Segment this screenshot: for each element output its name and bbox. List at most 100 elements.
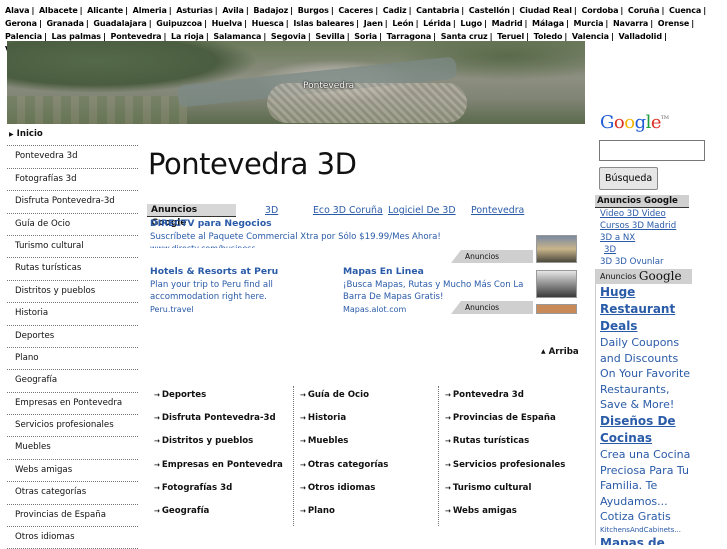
ad-url[interactable]: www.directv.com/business <box>150 243 530 248</box>
nav-item-turismo-cultural[interactable]: Turismo cultural <box>7 236 138 259</box>
footer-link[interactable]: → Distritos y pueblos <box>154 436 253 446</box>
ad-title[interactable]: Mapas de <box>600 535 692 546</box>
province-link[interactable]: Castellón <box>469 6 510 15</box>
ad-title[interactable]: Huge Restaurant Deals <box>600 284 692 335</box>
nav-item-disfruta-pontevedra-3d[interactable]: Disfruta Pontevedra-3d <box>7 191 138 214</box>
province-link[interactable]: Málaga <box>532 19 564 28</box>
province-link[interactable]: Guadalajara <box>93 19 146 28</box>
province-link[interactable]: Valencia <box>572 32 609 41</box>
nav-item-plano[interactable]: Plano <box>7 348 138 371</box>
nav-item-deportes[interactable]: Deportes <box>7 326 138 348</box>
nav-item-pontevedra-3d[interactable]: Pontevedra 3d <box>7 146 138 169</box>
ad-link[interactable]: 3D a NX <box>595 232 689 244</box>
footer-link[interactable]: → Muebles <box>300 436 348 446</box>
province-link[interactable]: Palencia <box>5 32 42 41</box>
footer-link[interactable]: → Fotografías 3d <box>154 483 232 493</box>
ad-thumbnail-image[interactable] <box>536 270 577 298</box>
province-link[interactable]: Caceres <box>338 6 373 15</box>
ad-link[interactable]: 3D 3D Ovunlar <box>595 256 689 264</box>
nav-item-inicio[interactable]: ▶ Inicio <box>7 124 138 147</box>
province-link[interactable]: Badajoz <box>253 6 288 15</box>
ad-title[interactable]: Mapas En Linea <box>343 266 529 279</box>
nav-item-muebles[interactable]: Muebles <box>7 437 138 460</box>
right-ad-restaurant-deals[interactable]: Huge Restaurant Deals Daily Coupons and … <box>596 284 692 413</box>
footer-link[interactable]: → Plano <box>300 506 335 516</box>
nav-item-webs-amigas[interactable]: Webs amigas <box>7 460 138 483</box>
province-link[interactable]: Cordoba <box>581 6 618 15</box>
footer-link[interactable]: → Otros idiomas <box>300 483 375 493</box>
province-link[interactable]: Alicante <box>87 6 123 15</box>
nav-item-empresas-en-pontevedra[interactable]: Empresas en Pontevedra <box>7 393 138 416</box>
footer-link[interactable]: → Turismo cultural <box>445 483 531 493</box>
ad-title[interactable]: Diseños De Cocinas <box>600 413 692 447</box>
right-ad-disenos-cocinas[interactable]: Diseños De Cocinas Crea una Cocina Preci… <box>596 413 692 535</box>
ad-description[interactable]: Crea una Cocina Preciosa Para Tu Familia… <box>600 447 692 525</box>
ad-title[interactable]: Hotels & Resorts at Peru <box>150 266 335 279</box>
province-link[interactable]: Avila <box>222 6 244 15</box>
province-link[interactable]: Tarragona <box>387 32 432 41</box>
ad-description[interactable]: Daily Coupons and Discounts On Your Favo… <box>600 335 692 413</box>
province-link[interactable]: Guipuzcoa <box>156 19 202 28</box>
province-link[interactable]: Cantabria <box>416 6 459 15</box>
ad-thumbnail-image[interactable] <box>536 304 577 314</box>
ad-description[interactable]: Plan your trip to Peru find all accommod… <box>150 279 335 304</box>
search-button[interactable]: Búsqueda <box>599 167 659 190</box>
province-link[interactable]: Gerona <box>5 19 37 28</box>
ad-hotels-peru[interactable]: Hotels & Resorts at Peru Plan your trip … <box>150 266 335 314</box>
nav-item-otras-categorias[interactable]: Otras categorías <box>7 482 138 505</box>
province-link[interactable]: Orense <box>658 19 690 28</box>
province-link[interactable]: Granada <box>46 19 84 28</box>
nav-item-historia[interactable]: Historia <box>7 303 138 326</box>
province-link[interactable]: Huesca <box>252 19 284 28</box>
province-link[interactable]: Salamanca <box>213 32 261 41</box>
province-link[interactable]: Navarra <box>613 19 648 28</box>
footer-link[interactable]: → Servicios profesionales <box>445 460 565 470</box>
footer-link[interactable]: → Empresas en Pontevedra <box>154 460 283 470</box>
province-link[interactable]: Lérida <box>423 19 451 28</box>
province-link[interactable]: Cuenca <box>669 6 701 15</box>
province-link[interactable]: Lugo <box>460 19 482 28</box>
province-link[interactable]: Toledo <box>534 32 563 41</box>
province-link[interactable]: Sevilla <box>315 32 344 41</box>
nav-item-provincias-de-espana[interactable]: Provincias de España <box>7 505 138 528</box>
ad-link[interactable]: Cursos 3D Madrid <box>595 220 689 232</box>
ad-description[interactable]: Suscríbete al Paquete Commercial Xtra po… <box>150 231 530 244</box>
ad-directv[interactable]: DIRECTV para Negocios Suscríbete al Paqu… <box>150 218 530 248</box>
province-link[interactable]: Soria <box>354 32 377 41</box>
back-to-top-link[interactable]: ▲ Arriba <box>541 347 579 357</box>
province-link[interactable]: Cadiz <box>383 6 407 15</box>
province-link[interactable]: Teruel <box>497 32 524 41</box>
footer-link[interactable]: → Disfruta Pontevedra-3d <box>154 413 276 423</box>
province-link[interactable]: Huelva <box>212 19 243 28</box>
ad-link-pontevedra[interactable]: Pontevedra <box>471 204 524 217</box>
province-link[interactable]: Islas baleares <box>293 19 354 28</box>
ads-by-google-badge[interactable]: Anuncios Google <box>596 269 692 284</box>
province-link[interactable]: León <box>392 19 413 28</box>
province-link[interactable]: Ciudad Real <box>519 6 572 15</box>
province-link[interactable]: Alava <box>5 6 30 15</box>
footer-link[interactable]: → Deportes <box>154 390 206 400</box>
province-link[interactable]: Madrid <box>492 19 523 28</box>
ad-title[interactable]: DIRECTV para Negocios <box>150 218 530 231</box>
province-link[interactable]: Almeria <box>133 6 167 15</box>
ad-link[interactable]: 3D <box>595 244 689 256</box>
nav-item-otros-idiomas[interactable]: Otros idiomas <box>7 527 138 549</box>
ad-thumbnail-image[interactable] <box>536 235 577 263</box>
province-link[interactable]: La rioja <box>171 32 204 41</box>
ads-by-google-badge[interactable]: Anuncios Google <box>451 301 533 314</box>
footer-link[interactable]: → Otras categorías <box>300 460 388 470</box>
footer-link[interactable]: → Guía de Ocio <box>300 390 369 400</box>
nav-item-geografia[interactable]: Geografía <box>7 370 138 393</box>
footer-link[interactable]: → Geografía <box>154 506 209 516</box>
province-link[interactable]: Pontevedra <box>110 32 161 41</box>
right-ad-mapas[interactable]: Mapas de <box>596 535 692 546</box>
ad-description[interactable]: ¡Busca Mapas, Rutas y Mucho Más Con La B… <box>343 279 529 304</box>
ad-url[interactable]: KitchensAndCabinets... <box>600 525 692 535</box>
nav-item-fotografias-3d[interactable]: Fotografías 3d <box>7 169 138 192</box>
province-link[interactable]: Valladolid <box>618 32 662 41</box>
province-link[interactable]: Coruña <box>628 6 660 15</box>
footer-link[interactable]: → Provincias de España <box>445 413 556 423</box>
footer-link[interactable]: → Rutas turísticas <box>445 436 529 446</box>
nav-item-distritos-y-pueblos[interactable]: Distritos y pueblos <box>7 281 138 304</box>
province-link[interactable]: Burgos <box>298 6 329 15</box>
